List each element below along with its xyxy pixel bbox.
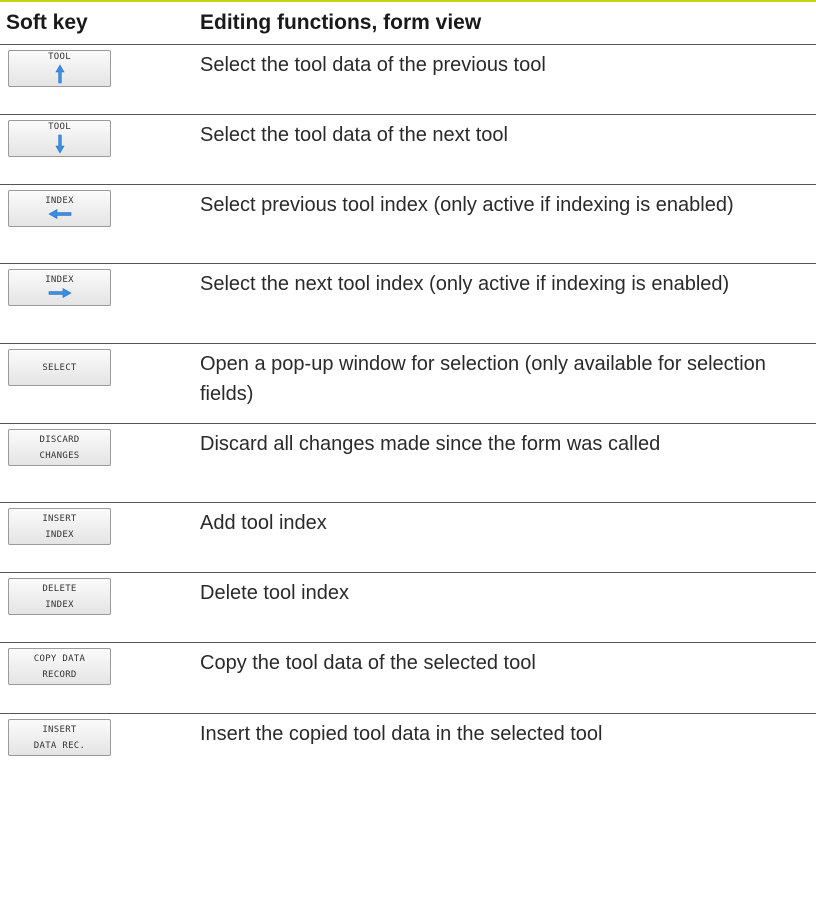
softkey-label: COPY DATA	[33, 653, 86, 664]
header-softkey: Soft key	[6, 11, 88, 34]
row-description: Add tool index	[200, 512, 327, 534]
delete-index-softkey[interactable]: DELETE INDEX	[8, 578, 111, 615]
row-description: Insert the copied tool data in the selec…	[200, 723, 603, 745]
insert-data-record-softkey[interactable]: INSERT DATA REC.	[8, 719, 111, 756]
table-row: INDEX Select previous tool index (only a…	[0, 185, 816, 264]
softkey-label: INDEX	[45, 599, 74, 610]
softkey-label: DATA REC.	[33, 740, 86, 751]
softkey-label: CHANGES	[39, 450, 80, 461]
arrow-up-icon	[54, 63, 65, 87]
softkey-label: DISCARD	[39, 434, 80, 445]
row-description: Select the tool data of the previous too…	[200, 54, 546, 76]
table-row: INDEX Select the next tool index (only a…	[0, 264, 816, 344]
table-row: INSERT INDEX Add tool index	[0, 503, 816, 573]
softkey-label: INSERT	[42, 513, 77, 524]
arrow-left-icon	[47, 208, 72, 223]
row-description: Open a pop-up window for selection (only…	[200, 353, 766, 405]
softkey-label: TOOL	[48, 51, 71, 62]
arrow-right-icon	[48, 287, 72, 302]
table-row: INSERT DATA REC. Insert the copied tool …	[0, 714, 816, 774]
table-row: SELECT Open a pop-up window for selectio…	[0, 344, 816, 424]
softkey-label: TOOL	[48, 121, 71, 132]
row-description: Select the tool data of the next tool	[200, 124, 508, 146]
row-description: Select the next tool index (only active …	[200, 273, 730, 295]
softkey-label: INSERT	[42, 724, 77, 735]
softkey-label: INDEX	[45, 195, 74, 206]
table-row: TOOL Select the tool data of the previou…	[0, 45, 816, 115]
softkey-table: Soft key Editing functions, form view TO…	[0, 0, 816, 774]
softkey-label: SELECT	[42, 362, 77, 373]
row-description: Copy the tool data of the selected tool	[200, 652, 536, 674]
softkey-label: INDEX	[45, 274, 74, 285]
table-row: TOOL Select the tool data of the next to…	[0, 115, 816, 185]
select-softkey[interactable]: SELECT	[8, 349, 111, 386]
softkey-label: DELETE	[42, 583, 77, 594]
tool-previous-softkey[interactable]: TOOL	[8, 50, 111, 87]
index-previous-softkey[interactable]: INDEX	[8, 190, 111, 227]
index-next-softkey[interactable]: INDEX	[8, 269, 111, 306]
insert-index-softkey[interactable]: INSERT INDEX	[8, 508, 111, 545]
row-description: Select previous tool index (only active …	[200, 194, 734, 216]
arrow-down-icon	[54, 134, 65, 157]
discard-changes-softkey[interactable]: DISCARD CHANGES	[8, 429, 111, 466]
row-description: Delete tool index	[200, 582, 349, 604]
softkey-label: RECORD	[42, 669, 77, 680]
copy-data-record-softkey[interactable]: COPY DATA RECORD	[8, 648, 111, 685]
header-editing-functions: Editing functions, form view	[200, 11, 482, 34]
table-row: COPY DATA RECORD Copy the tool data of t…	[0, 643, 816, 714]
table-row: DELETE INDEX Delete tool index	[0, 573, 816, 643]
tool-next-softkey[interactable]: TOOL	[8, 120, 111, 157]
softkey-label: INDEX	[45, 529, 74, 540]
table-header: Soft key Editing functions, form view	[0, 2, 816, 45]
row-description: Discard all changes made since the form …	[200, 433, 661, 455]
table-row: DISCARD CHANGES Discard all changes made…	[0, 424, 816, 503]
